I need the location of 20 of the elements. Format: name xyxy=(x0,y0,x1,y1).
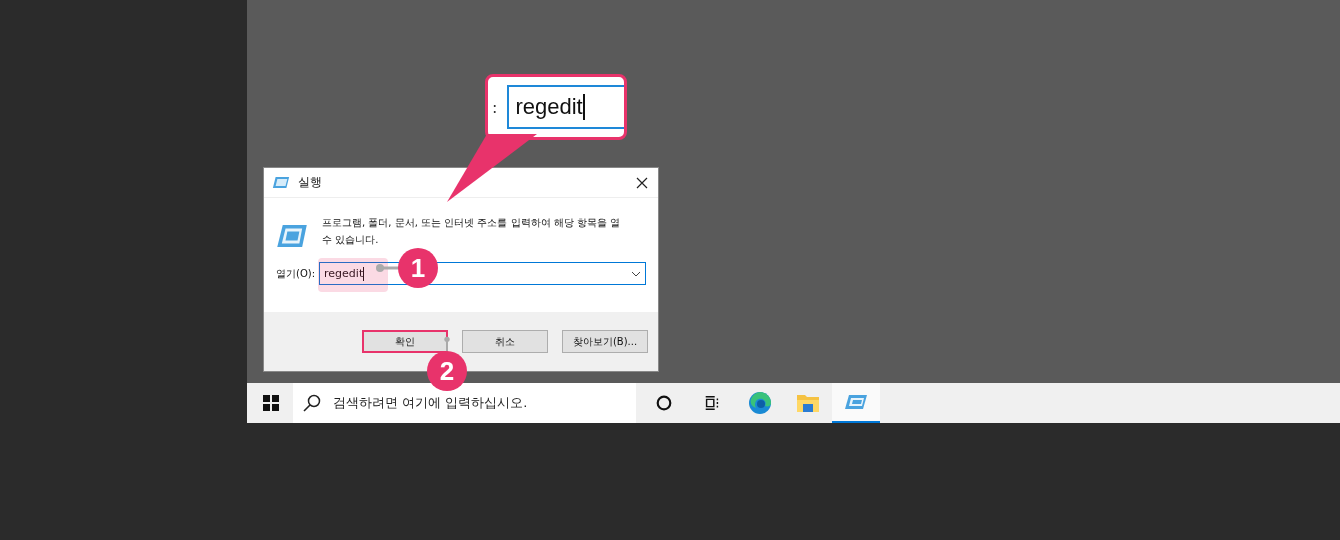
window-title: 실행 xyxy=(298,174,323,191)
dialog-button[interactable]: 확인 xyxy=(362,330,448,353)
colon-text: : xyxy=(492,97,498,117)
description-text: 프로그램, 폴더, 문서, 또는 인터넷 주소를 입력하여 해당 항목을 열 수 있습니다. xyxy=(322,216,622,247)
run-icon xyxy=(276,224,308,248)
task-view-icon xyxy=(703,394,721,412)
circle-icon xyxy=(655,394,673,412)
run-icon xyxy=(844,394,868,410)
chevron-icon[interactable] xyxy=(631,270,641,277)
run-icon xyxy=(272,176,290,189)
close-icon[interactable] xyxy=(636,176,648,189)
browser-icon xyxy=(748,391,772,415)
dialog-button[interactable]: 취소 xyxy=(462,330,548,353)
open-label: 열기(O): xyxy=(276,266,316,281)
search-icon xyxy=(303,394,321,412)
search-field[interactable]: 검색하려면 여기에 입력하십시오. xyxy=(293,383,636,423)
windows-icon[interactable] xyxy=(263,395,279,411)
zoomed-field: regedit xyxy=(507,85,624,129)
dialog-button[interactable]: 찾아보기(B)... xyxy=(562,330,648,353)
folder-icon xyxy=(796,392,820,414)
